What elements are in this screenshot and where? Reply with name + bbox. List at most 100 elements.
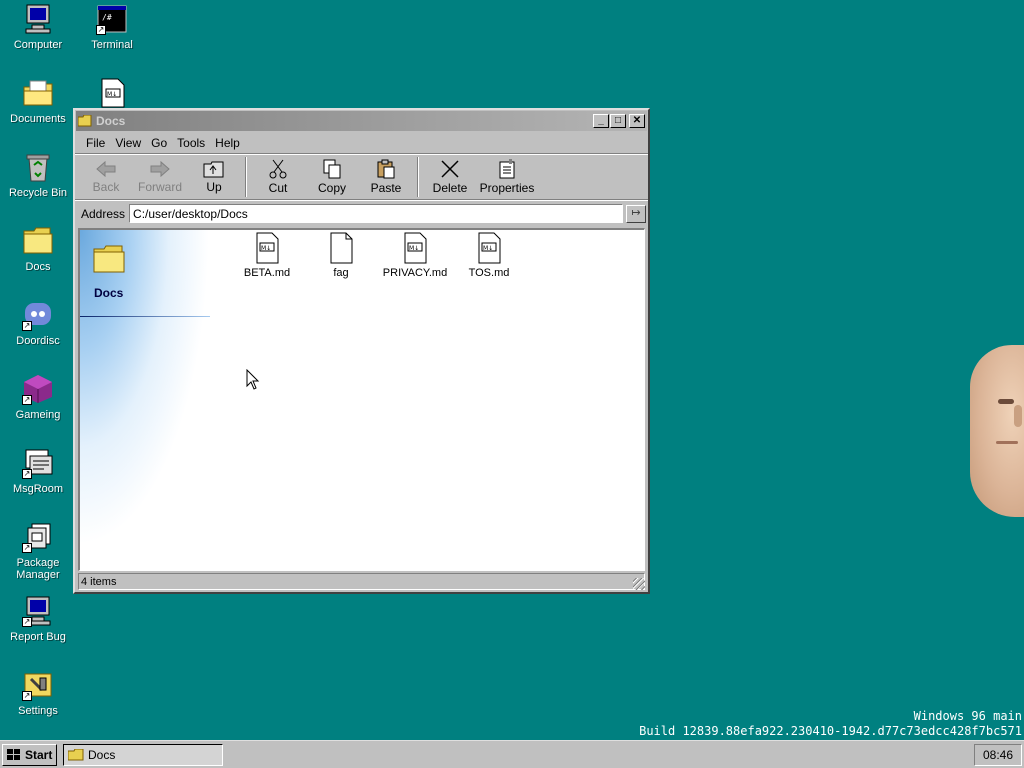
build-line-2: Build 12839.88efa922.230410-1942.d77c73e… xyxy=(639,724,1022,738)
settings-icon: ↗ xyxy=(22,669,54,701)
folder-icon xyxy=(93,245,125,273)
desktop-icon-label: Computer xyxy=(13,39,63,51)
resize-grip[interactable] xyxy=(633,578,645,590)
terminal-icon: /# ↗ xyxy=(96,3,128,35)
copy-button[interactable]: Copy xyxy=(305,159,359,195)
head-nose xyxy=(1014,405,1022,427)
title-bar[interactable]: Docs _ □ ✕ xyxy=(76,111,647,131)
window-title: Docs xyxy=(96,114,126,128)
desktop-icon-label: Report Bug xyxy=(10,631,66,643)
properties-label: Properties xyxy=(479,181,535,195)
desktop-icon-docs[interactable]: Docs xyxy=(2,225,74,273)
toolbar-separator xyxy=(417,157,419,197)
cut-button[interactable]: Cut xyxy=(251,159,305,195)
forward-arrow-icon xyxy=(150,160,170,178)
head-mouth xyxy=(996,441,1018,444)
folder-icon xyxy=(68,748,84,760)
desktop-icon-documents[interactable]: Documents xyxy=(2,77,74,125)
paste-button[interactable]: Paste xyxy=(359,159,413,195)
toolbar-separator xyxy=(245,157,247,197)
desktop-icon-settings[interactable]: ↗ Settings xyxy=(2,669,74,717)
desktop-icon-gameing[interactable]: ↗ Gameing xyxy=(2,373,74,421)
computer-icon xyxy=(22,3,54,35)
desktop-icon-computer[interactable]: Computer xyxy=(2,3,74,51)
folder-info-divider xyxy=(80,316,210,317)
up-button[interactable]: Up xyxy=(187,160,241,194)
start-button[interactable]: Start xyxy=(2,743,57,766)
desktop-icon-report-bug[interactable]: ↗ Report Bug xyxy=(2,595,74,643)
desktop-icon-label: Terminal xyxy=(91,39,133,51)
file-item[interactable]: fag xyxy=(306,232,376,279)
desktop-icon-msgroom[interactable]: ↗ MsgRoom xyxy=(2,447,74,495)
explorer-window[interactable]: Docs _ □ ✕ File View Go Tools Help Back … xyxy=(73,108,650,594)
taskbar: Start Docs 08:46 xyxy=(0,740,1024,768)
status-item-count: 4 items xyxy=(78,573,645,590)
address-input[interactable]: C:/user/desktop/Docs xyxy=(129,204,624,223)
properties-button[interactable]: Properties xyxy=(477,159,537,195)
delete-x-icon xyxy=(441,160,459,178)
desktop-icon-recycle-bin[interactable]: Recycle Bin xyxy=(2,151,74,199)
go-button[interactable]: ↦ xyxy=(626,204,647,223)
start-logo-icon xyxy=(7,748,20,760)
delete-button[interactable]: Delete xyxy=(423,159,477,195)
desktop-icon-label: Docs xyxy=(25,261,51,273)
desktop-icon-doordisc[interactable]: ↗ Doordisc xyxy=(2,299,74,347)
shortcut-arrow-icon: ↗ xyxy=(22,691,32,701)
head-eye xyxy=(998,399,1014,404)
menu-file[interactable]: File xyxy=(81,136,110,150)
address-label: Address xyxy=(81,206,126,221)
shortcut-arrow-icon: ↗ xyxy=(22,617,32,627)
folder-icon xyxy=(78,115,92,127)
paste-label: Paste xyxy=(370,181,402,195)
svg-text:M↓: M↓ xyxy=(483,245,493,252)
shortcut-arrow-icon: ↗ xyxy=(22,321,32,331)
desktop-icon-label: Gameing xyxy=(15,409,61,421)
folder-icon xyxy=(22,225,54,257)
meme-head-image xyxy=(970,345,1024,517)
markdown-file-icon: M↓ xyxy=(96,77,128,109)
file-name: TOS.md xyxy=(468,267,510,279)
menu-go[interactable]: Go xyxy=(146,136,172,150)
desktop-icon-package-manager[interactable]: ↗ Package Manager xyxy=(2,521,74,581)
file-view[interactable]: Docs M↓ BETA.md fag M↓ PRIVACY.md M↓ TOS… xyxy=(78,228,645,571)
menu-help[interactable]: Help xyxy=(210,136,245,150)
delete-label: Delete xyxy=(432,181,468,195)
minimize-button[interactable]: _ xyxy=(593,114,609,128)
mouse-cursor-icon xyxy=(246,369,260,390)
msgroom-icon: ↗ xyxy=(22,447,54,479)
copy-icon xyxy=(323,159,341,179)
desktop-icon-terminal[interactable]: /# ↗ Terminal xyxy=(76,3,148,51)
shortcut-arrow-icon: ↗ xyxy=(96,25,106,35)
forward-button[interactable]: Forward xyxy=(133,160,187,194)
taskbar-item-docs[interactable]: Docs xyxy=(63,743,223,766)
copy-label: Copy xyxy=(317,181,346,195)
system-clock[interactable]: 08:46 xyxy=(974,743,1022,766)
shortcut-arrow-icon: ↗ xyxy=(22,469,32,479)
file-item[interactable]: M↓ TOS.md xyxy=(454,232,524,279)
properties-icon xyxy=(499,159,515,179)
menu-view[interactable]: View xyxy=(110,136,146,150)
markdown-file-icon: M↓ xyxy=(478,232,501,264)
toolbar: Back Forward Up Cut Copy Paste Delete Pr… xyxy=(75,154,648,200)
markdown-file-icon: M↓ xyxy=(256,232,279,264)
file-item[interactable]: M↓ BETA.md xyxy=(232,232,302,279)
report-bug-icon: ↗ xyxy=(22,595,54,627)
maximize-button[interactable]: □ xyxy=(610,114,626,128)
up-folder-icon xyxy=(203,161,224,178)
build-line-1: Windows 96 main xyxy=(913,709,1022,723)
desktop-icon-label: Doordisc xyxy=(16,335,60,347)
blank-file-icon xyxy=(330,232,353,264)
close-button[interactable]: ✕ xyxy=(629,114,645,128)
address-bar: Address C:/user/desktop/Docs ↦ xyxy=(75,200,648,226)
status-bar: 4 items xyxy=(78,572,645,591)
svg-text:M↓: M↓ xyxy=(261,245,271,252)
back-arrow-icon xyxy=(96,160,116,178)
file-name: PRIVACY.md xyxy=(382,267,448,279)
desktop-icon-label: MsgRoom xyxy=(12,483,64,495)
build-info: Windows 96 main Build 12839.88efa922.2304… xyxy=(639,709,1022,739)
back-button[interactable]: Back xyxy=(79,160,133,194)
menu-tools[interactable]: Tools xyxy=(172,136,210,150)
desktop-icon-label: Recycle Bin xyxy=(8,187,68,199)
start-label: Start xyxy=(25,747,53,762)
file-item[interactable]: M↓ PRIVACY.md xyxy=(380,232,450,279)
